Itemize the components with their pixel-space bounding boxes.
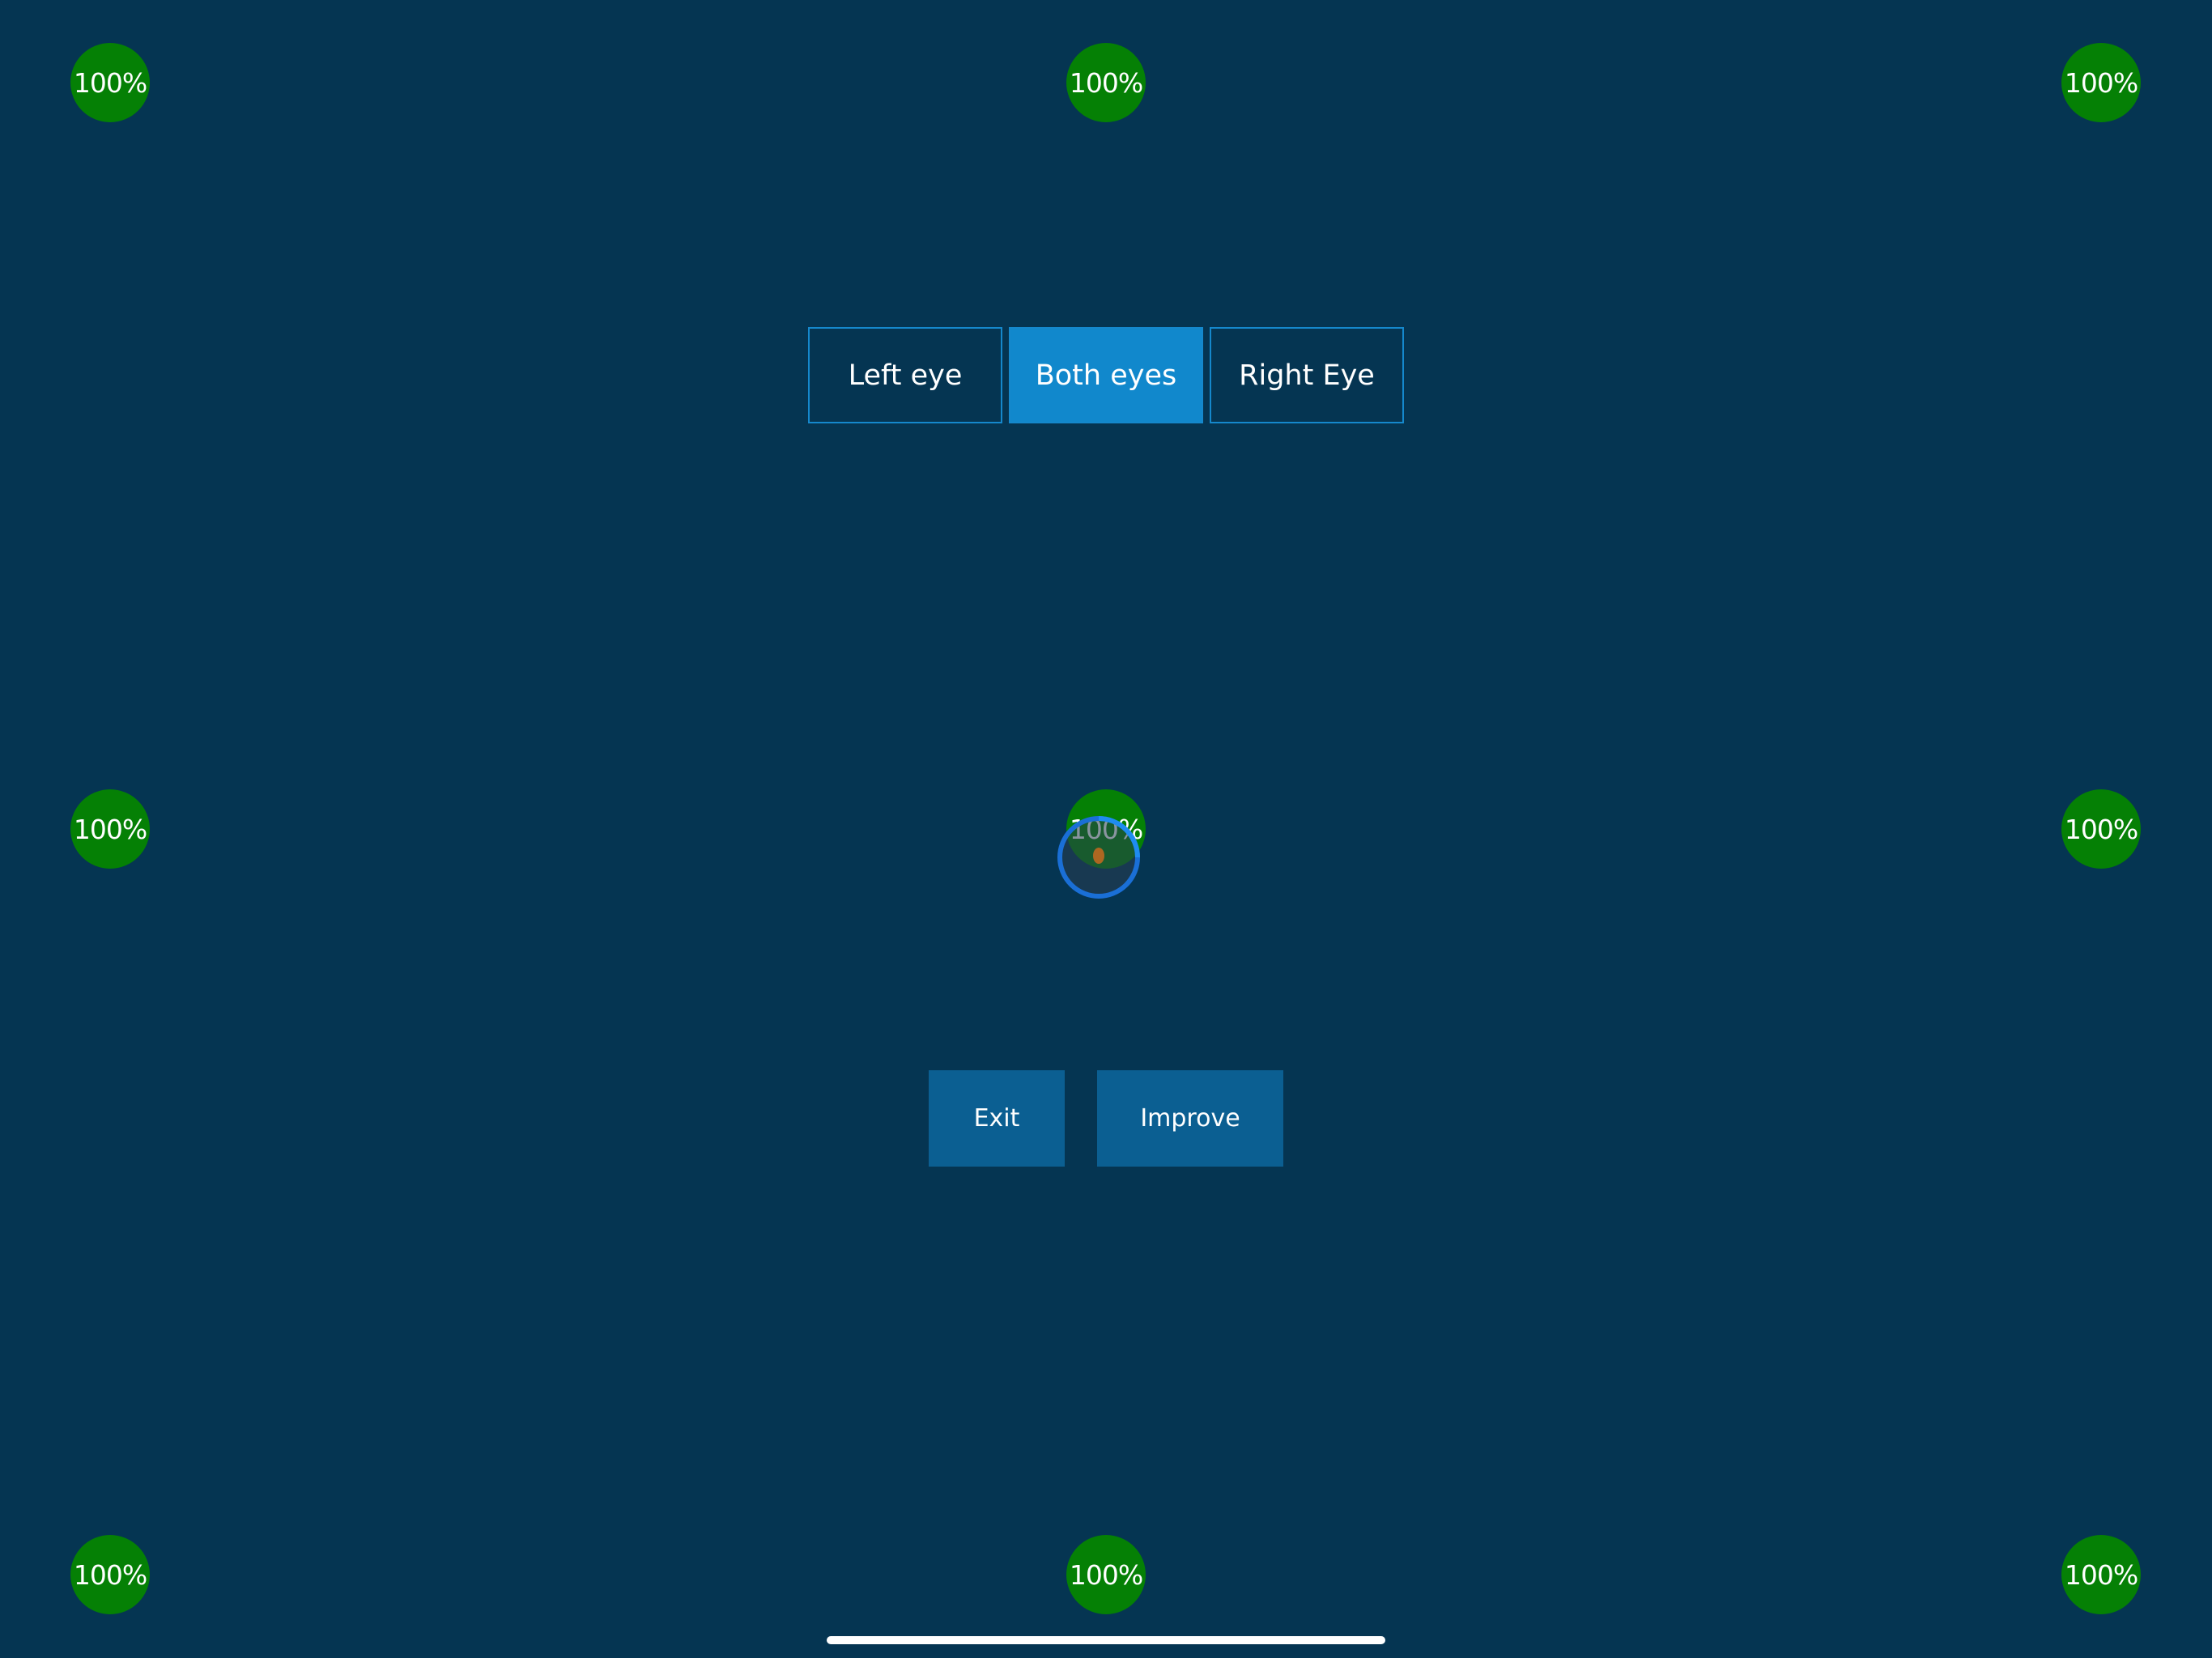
home-indicator[interactable] (827, 1636, 1385, 1644)
calibration-point-label: 100% (73, 66, 147, 99)
calibration-point-label: 100% (2064, 813, 2138, 845)
calibration-point-bottom-left: 100% (70, 1535, 150, 1614)
left-eye-button[interactable]: Left eye (808, 327, 1002, 423)
calibration-point-label: 100% (2064, 1558, 2138, 1591)
calibration-point-bottom-center: 100% (1066, 1535, 1146, 1614)
calibration-point-center: 100% (1066, 789, 1146, 869)
improve-button[interactable]: Improve (1097, 1070, 1283, 1167)
calibration-point-label: 100% (1069, 66, 1143, 99)
calibration-point-bottom-right: 100% (2061, 1535, 2141, 1614)
calibration-point-label: 100% (73, 1558, 147, 1591)
calibration-point-middle-right: 100% (2061, 789, 2141, 869)
right-eye-button[interactable]: Right Eye (1210, 327, 1404, 423)
calibration-point-top-center: 100% (1066, 43, 1146, 122)
calibration-point-label: 100% (73, 813, 147, 845)
calibration-point-top-left: 100% (70, 43, 150, 122)
calibration-point-label: 100% (1069, 813, 1143, 845)
both-eyes-button[interactable]: Both eyes (1009, 327, 1203, 423)
calibration-point-middle-left: 100% (70, 789, 150, 869)
calibration-point-top-right: 100% (2061, 43, 2141, 122)
exit-button[interactable]: Exit (929, 1070, 1065, 1167)
calibration-screen: 100% 100% 100% 100% 100% 100% 100% 100% … (0, 0, 2212, 1658)
calibration-point-label: 100% (1069, 1558, 1143, 1591)
calibration-point-label: 100% (2064, 66, 2138, 99)
